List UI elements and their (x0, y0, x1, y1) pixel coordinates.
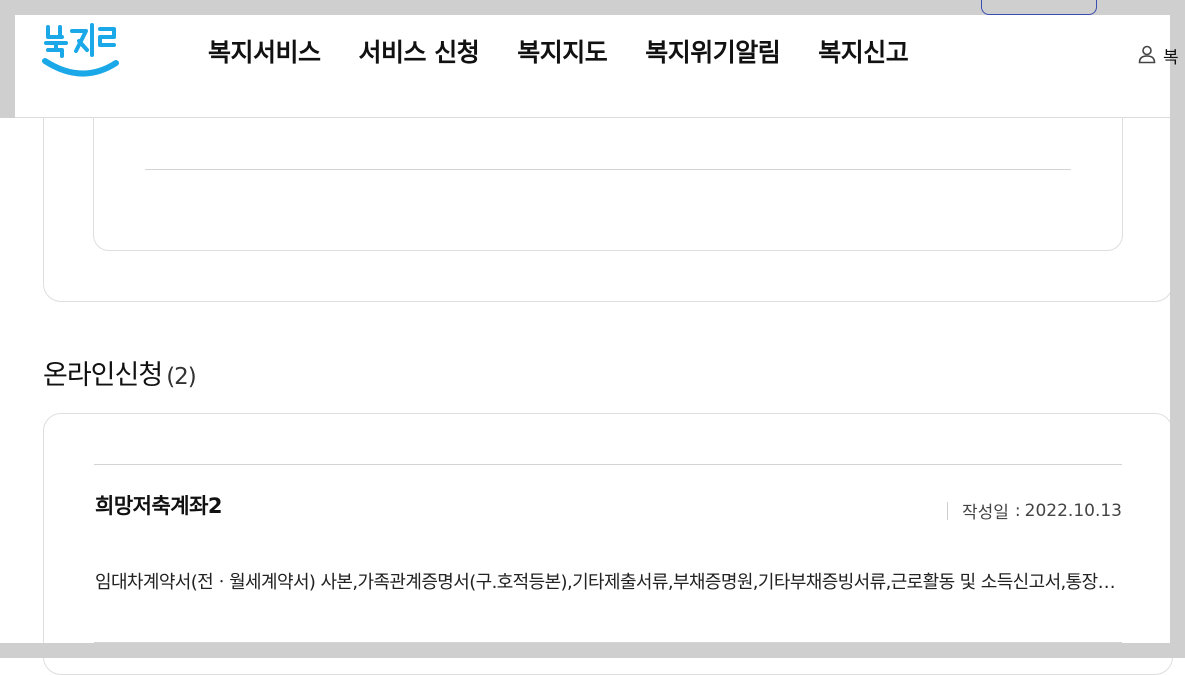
date-separator (947, 501, 948, 520)
application-item-description: 임대차계약서(전ㆍ월세계약서) 사본,가족관계증명서(구.호적등본),기타제출서… (95, 572, 1123, 593)
nav-welfare-report[interactable]: 복지신고 (818, 33, 909, 69)
item-date: 작성일 : 2022.10.13 (947, 498, 1122, 523)
nav-welfare-crisis-alert[interactable]: 복지위기알림 (645, 33, 781, 69)
top-button-stub (981, 0, 1097, 15)
section-title-text: 온라인신청 (43, 360, 163, 391)
window-frame-right (1170, 0, 1185, 658)
user-label: 복 (1163, 48, 1179, 68)
divider (145, 169, 1071, 170)
user-icon (1137, 44, 1157, 68)
date-value: 2022.10.13 (1024, 500, 1122, 521)
site-header: 복지서비스 서비스 신청 복지지도 복지위기알림 복지신고 복 (15, 15, 1179, 118)
window-frame-bottom (0, 643, 1185, 658)
application-item-title[interactable]: 희망저축계좌2 (95, 490, 223, 520)
online-application-card (43, 413, 1173, 675)
row-divider (94, 464, 1122, 465)
window-frame-left (0, 0, 15, 118)
user-menu[interactable]: 복 (1137, 43, 1179, 68)
date-label: 작성일 (962, 503, 1009, 523)
nav-welfare-map[interactable]: 복지지도 (517, 33, 608, 69)
section-title: 온라인신청 (2) (43, 353, 197, 392)
date-colon: : (1014, 500, 1021, 521)
main-nav: 복지서비스 서비스 신청 복지지도 복지위기알림 복지신고 (208, 33, 946, 69)
section-count: (2) (166, 364, 197, 390)
nav-service-application[interactable]: 서비스 신청 (359, 33, 480, 69)
bokjiro-logo[interactable] (42, 17, 122, 87)
nav-welfare-services[interactable]: 복지서비스 (208, 33, 321, 69)
